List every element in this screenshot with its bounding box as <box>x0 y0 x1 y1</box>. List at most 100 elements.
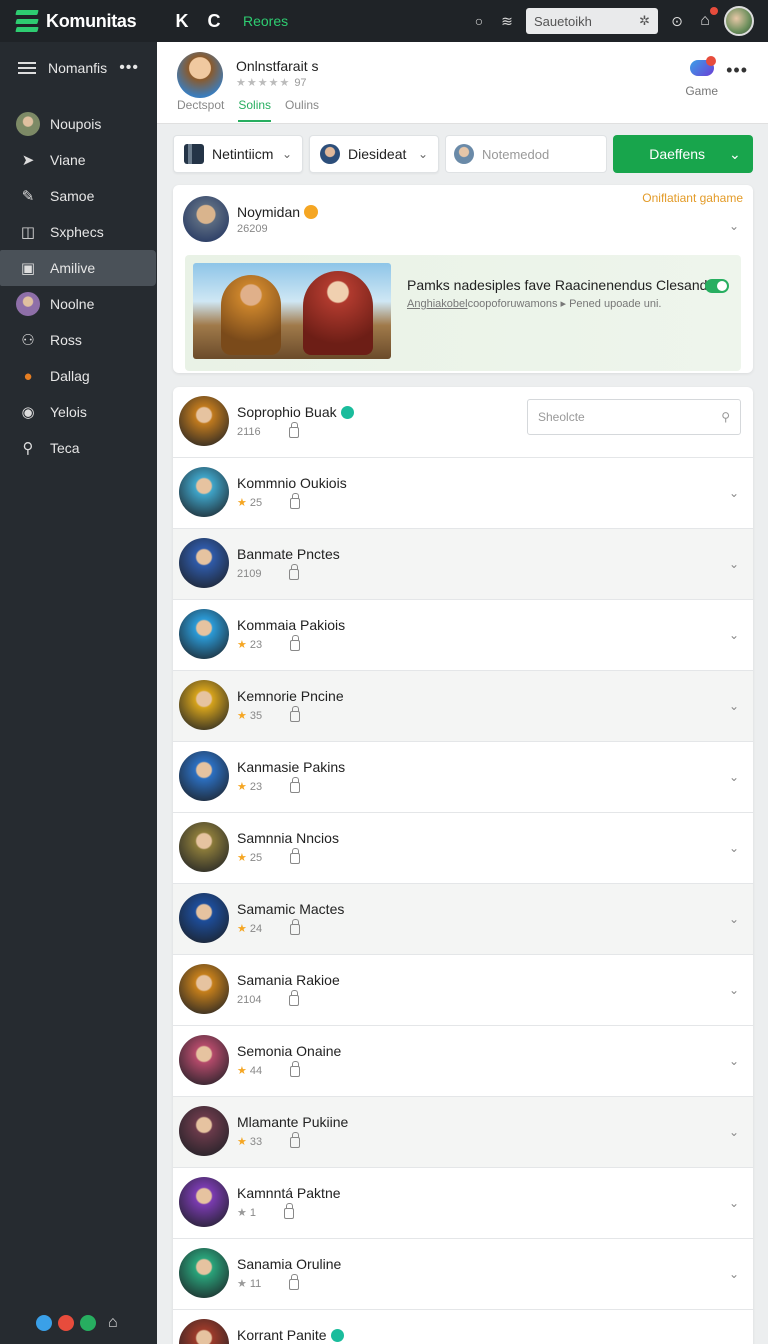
game-button[interactable]: Game <box>685 56 718 98</box>
top-search-input[interactable]: Sauetoikh ✲ <box>526 8 658 34</box>
location-icon[interactable]: ⊙ <box>668 13 686 30</box>
banner-toggle[interactable] <box>705 279 729 293</box>
sidebar-item-label: Amilive <box>50 260 96 276</box>
sidebar-item[interactable]: ⚲ Teca <box>0 430 157 466</box>
sidebar-item-label: Ross <box>50 332 82 348</box>
profile-tab[interactable]: Dectspot <box>177 98 224 122</box>
profile-tab[interactable]: Oulins <box>285 98 319 122</box>
row-avatar[interactable] <box>179 1319 229 1344</box>
sidebar-item[interactable]: ◉ Yelois <box>0 394 157 430</box>
home-icon[interactable]: ⌂ <box>108 1314 118 1332</box>
list-row[interactable]: Samamic Mactes ★ 24 ⌄ <box>173 884 753 955</box>
row-meta-value: ★ 11 <box>237 1277 261 1290</box>
row-avatar[interactable] <box>179 1248 229 1298</box>
chevron-down-icon[interactable]: ⌄ <box>729 628 739 642</box>
chevron-down-icon[interactable]: ⌄ <box>729 699 739 713</box>
settings-icon[interactable]: ✲ <box>639 13 650 29</box>
sidebar-item[interactable]: ◫ Sxphecs <box>0 214 157 250</box>
status-dot-icon[interactable] <box>58 1315 74 1331</box>
profile-tab[interactable]: Solins <box>238 98 272 122</box>
primary-dropdown-button[interactable]: Daeffens ⌄ <box>613 135 753 173</box>
row-avatar[interactable] <box>179 538 229 588</box>
chevron-down-icon[interactable]: ⌄ <box>729 1054 739 1068</box>
sidebar-item[interactable]: ➤ Viane <box>0 142 157 178</box>
sidebar-item[interactable]: ▣ Amilive <box>0 250 156 286</box>
list-row[interactable]: Korrant Panite ⌄ <box>173 1310 753 1344</box>
row-avatar[interactable] <box>179 467 229 517</box>
sidebar-item[interactable]: ● Dallag <box>0 358 157 394</box>
row-meta-value: ★ 33 <box>237 1135 262 1148</box>
list-row[interactable]: Banmate Pnctes 2109 ⌄ <box>173 529 753 600</box>
sidebar-header[interactable]: Nomanfis ••• <box>0 42 157 94</box>
row-avatar[interactable] <box>179 1035 229 1085</box>
row-avatar[interactable] <box>179 751 229 801</box>
more-icon[interactable]: ••• <box>119 59 139 77</box>
sidebar-item[interactable]: ⚇ Ross <box>0 322 157 358</box>
row-name-text: Kemnorie Pncine <box>237 688 344 704</box>
status-dot-icon[interactable] <box>36 1315 52 1331</box>
list-row[interactable]: Mlamante Pukiine ★ 33 ⌄ <box>173 1097 753 1168</box>
sidebar-item[interactable]: Noolne <box>0 286 157 322</box>
list-row[interactable]: Kommaia Pakiois ★ 23 ⌄ <box>173 600 753 671</box>
profile-avatar[interactable] <box>177 52 223 98</box>
list-row[interactable]: Soprophio Buak 2116 Sheolcte ⚲ <box>173 387 753 458</box>
list-row[interactable]: Kemnorie Pncine ★ 35 ⌄ <box>173 671 753 742</box>
filter-select-1[interactable]: Netintiicm ⌄ <box>173 135 303 173</box>
broadcast-icon[interactable]: ≋ <box>498 13 516 30</box>
filter-input[interactable]: Notemedod <box>445 135 607 173</box>
row-name: Samamic Mactes <box>237 901 344 917</box>
row-avatar[interactable] <box>179 396 229 446</box>
star-icon: ★ <box>237 639 247 651</box>
brand[interactable]: Komunitas <box>0 10 157 32</box>
status-dot-icon[interactable] <box>80 1315 96 1331</box>
profile-rating: ★★★★★ 97 <box>236 77 307 89</box>
chevron-down-icon[interactable]: ⌄ <box>729 841 739 855</box>
row-name: Kommaia Pakiois <box>237 617 345 633</box>
chevron-down-icon[interactable]: ⌄ <box>729 1338 739 1344</box>
list-row[interactable]: Kanmasie Pakins ★ 23 ⌄ <box>173 742 753 813</box>
sidebar-item[interactable]: Noupois <box>0 106 157 142</box>
row-avatar[interactable] <box>179 680 229 730</box>
chevron-down-icon[interactable]: ⌄ <box>729 983 739 997</box>
user-avatar[interactable] <box>724 6 754 36</box>
list-row[interactable]: Kamnntá Paktne ★ 1 ⌄ <box>173 1168 753 1239</box>
featured-avatar[interactable] <box>183 196 229 242</box>
sidebar-item[interactable]: ✎ Samoe <box>0 178 157 214</box>
refresh-icon[interactable]: C <box>205 11 223 32</box>
list-row[interactable]: Semonia Onaine ★ 44 ⌄ <box>173 1026 753 1097</box>
row-avatar[interactable] <box>179 893 229 943</box>
filter-select-2[interactable]: Diesideat ⌄ <box>309 135 439 173</box>
profile-more-icon[interactable]: ••• <box>726 60 748 81</box>
menu-icon[interactable] <box>18 62 36 74</box>
row-avatar[interactable] <box>179 609 229 659</box>
row-meta-number: 24 <box>249 923 263 935</box>
circle-icon[interactable]: ○ <box>470 13 488 29</box>
profile-tabs: Dectspot Solins Oulins <box>177 98 319 122</box>
nav-link-reores[interactable]: Reores <box>243 13 288 29</box>
chevron-down-icon[interactable]: ⌄ <box>729 1125 739 1139</box>
chevron-down-icon[interactable]: ⌄ <box>729 219 739 233</box>
notifications-icon[interactable]: ⌂ <box>696 7 718 30</box>
sidebar-item-label: Teca <box>50 440 80 456</box>
row-avatar[interactable] <box>179 822 229 872</box>
featured-note[interactable]: Oniflatiant gahame <box>642 191 743 205</box>
list-row[interactable]: Samnnia Nncios ★ 25 ⌄ <box>173 813 753 884</box>
row-name: Semonia Onaine <box>237 1043 341 1059</box>
row-meta-value: 2104 <box>237 994 261 1006</box>
list-search-input[interactable]: Sheolcte ⚲ <box>527 399 741 435</box>
list-row[interactable]: Samania Rakioe 2104 ⌄ <box>173 955 753 1026</box>
chevron-down-icon[interactable]: ⌄ <box>729 1267 739 1281</box>
list-row[interactable]: Kommnio Oukiois ★ 25 ⌄ <box>173 458 753 529</box>
row-avatar[interactable] <box>179 1106 229 1156</box>
nav-k-button[interactable]: K <box>173 11 191 32</box>
chevron-down-icon[interactable]: ⌄ <box>729 486 739 500</box>
list-row[interactable]: Sanamia Oruline ★ 11 ⌄ <box>173 1239 753 1310</box>
featured-banner[interactable]: Pamks nadesiples fave Raacinenendus Cles… <box>185 255 741 371</box>
chevron-down-icon[interactable]: ⌄ <box>729 770 739 784</box>
row-avatar[interactable] <box>179 1177 229 1227</box>
chevron-down-icon[interactable]: ⌄ <box>729 557 739 571</box>
banner-sub-link[interactable]: Anghiakobel <box>407 298 468 310</box>
chevron-down-icon[interactable]: ⌄ <box>729 912 739 926</box>
chevron-down-icon[interactable]: ⌄ <box>729 1196 739 1210</box>
row-avatar[interactable] <box>179 964 229 1014</box>
